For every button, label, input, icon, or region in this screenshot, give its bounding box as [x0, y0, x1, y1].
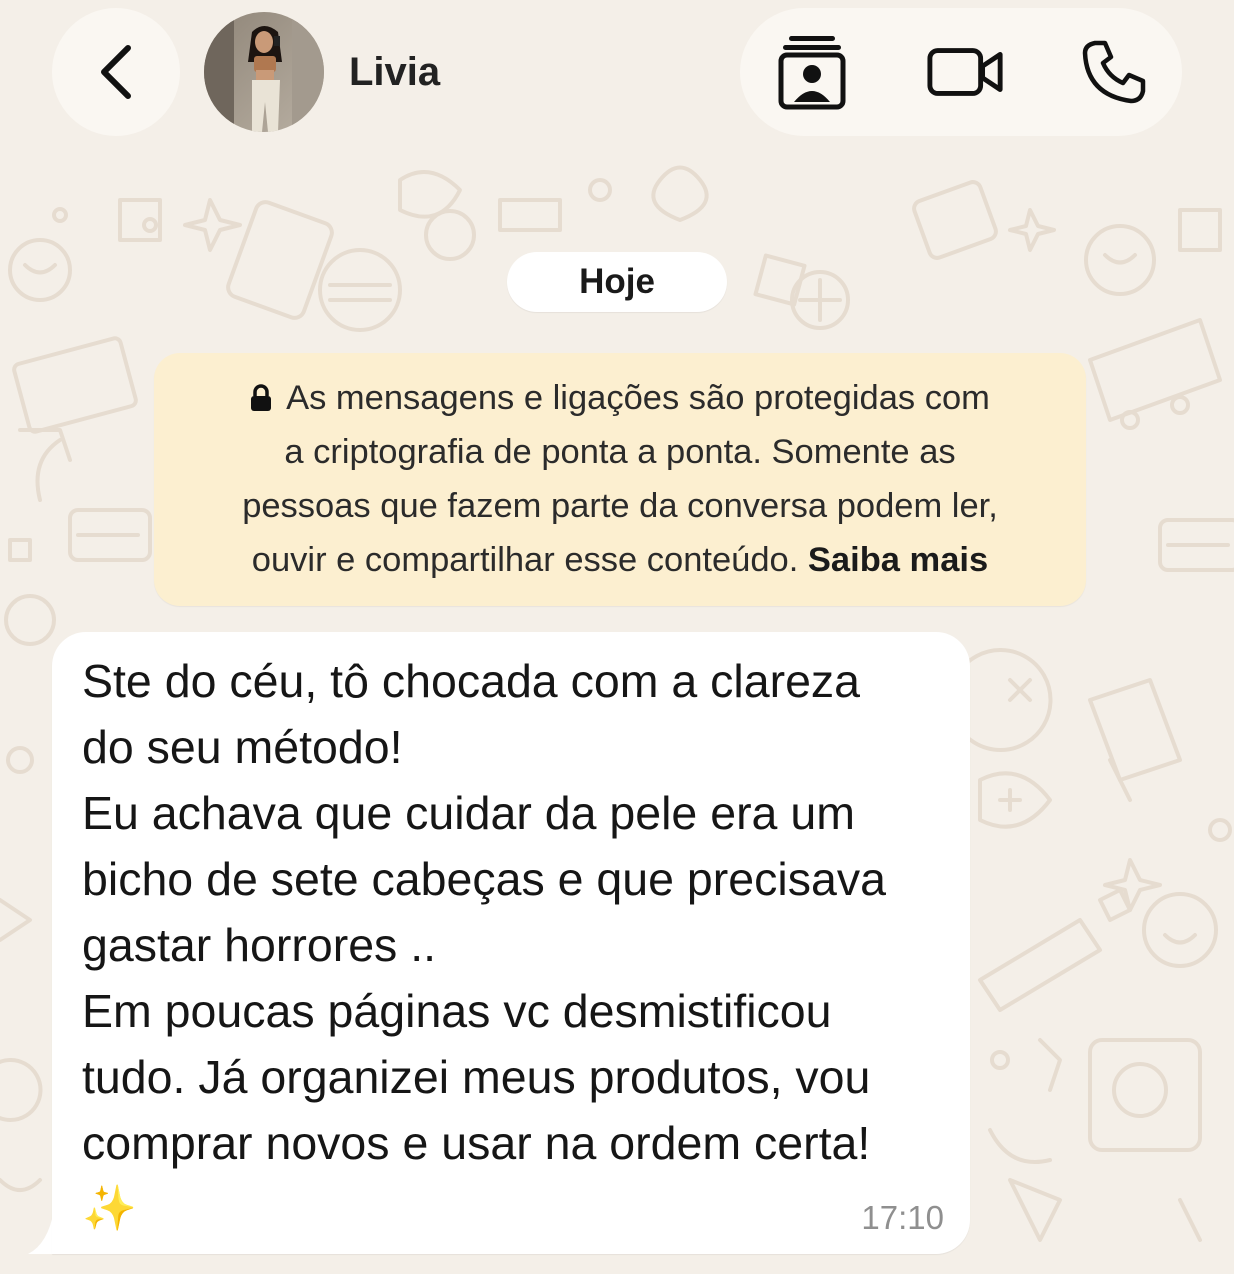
chevron-left-icon	[101, 45, 131, 99]
message-line: tudo. Já organizei meus produtos, vou	[82, 1051, 871, 1103]
incoming-message-bubble[interactable]: Ste do céu, tô chocada com a clareza do …	[52, 632, 970, 1254]
contact-card-button[interactable]	[772, 32, 852, 112]
message-line: Eu achava que cuidar da pele era um	[82, 787, 855, 839]
message-line: Em poucas páginas vc desmistificou	[82, 985, 832, 1037]
sparkles-emoji: ✨	[82, 1183, 137, 1234]
lock-icon	[251, 384, 272, 411]
voice-call-button[interactable]	[1074, 32, 1154, 112]
message-line: bicho de sete cabeças e que precisava	[82, 853, 886, 905]
message-timestamp: 17:10	[861, 1199, 944, 1236]
video-call-button[interactable]	[926, 32, 1006, 112]
contact-card-icon	[778, 36, 846, 110]
avatar-photo	[204, 12, 324, 132]
learn-more-link[interactable]: Saiba mais	[808, 541, 988, 579]
chat-header: Livia	[0, 0, 1234, 150]
encryption-line-4: ouvir e compartilhar esse conteúdo. Saib…	[174, 533, 1066, 587]
encryption-line-1: As mensagens e ligações são protegidas c…	[174, 371, 1066, 425]
message-line: gastar horrores ..	[82, 919, 437, 971]
message-line: comprar novos e usar na ordem certa!	[82, 1117, 871, 1169]
contact-avatar[interactable]	[204, 12, 324, 132]
video-camera-icon	[927, 48, 1003, 96]
date-separator: Hoje	[507, 252, 727, 312]
back-button[interactable]	[52, 8, 180, 136]
message-text: Ste do céu, tô chocada com a clareza do …	[82, 648, 962, 1242]
phone-icon	[1082, 40, 1146, 104]
encryption-notice[interactable]: As mensagens e ligações são protegidas c…	[154, 353, 1086, 606]
message-line: do seu método!	[82, 721, 403, 773]
message-line: Ste do céu, tô chocada com a clareza	[82, 655, 861, 707]
encryption-text-3: pessoas que fazem parte da conversa pode…	[242, 487, 998, 525]
encryption-text-1: As mensagens e ligações são protegidas c…	[286, 379, 990, 417]
call-actions	[740, 8, 1182, 136]
encryption-text-2: a criptografia de ponta a ponta. Somente…	[284, 433, 956, 471]
encryption-text-4: ouvir e compartilhar esse conteúdo.	[251, 541, 799, 579]
contact-name[interactable]: Livia	[349, 46, 440, 98]
